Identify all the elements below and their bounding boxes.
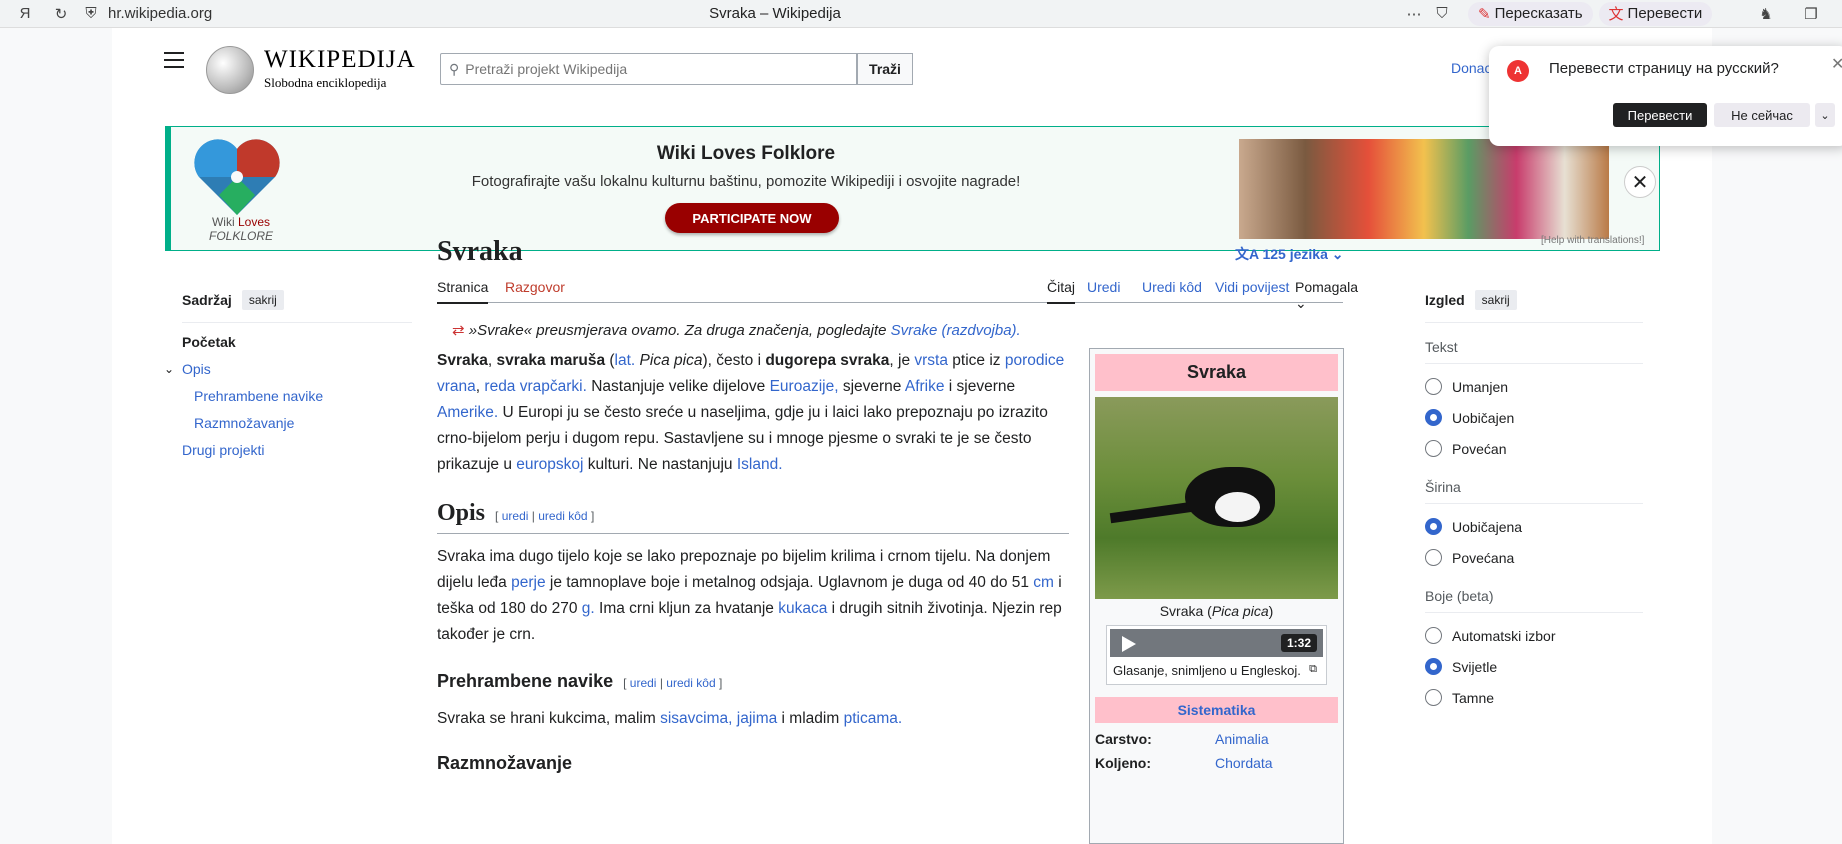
- article-body: Svraka, svraka maruša (lat. Pica pica), …: [437, 348, 1069, 786]
- tab-vidi-povijest[interactable]: Vidi povijest: [1215, 279, 1289, 295]
- translate-icon: A: [1507, 60, 1529, 82]
- audio-player: 1:32 Glasanje, snimljeno u Engleskoj. ⧉: [1106, 625, 1327, 685]
- magpie-photo[interactable]: [1095, 397, 1338, 599]
- search-icon: ⚲: [449, 60, 460, 77]
- tab-uredi[interactable]: Uredi: [1087, 279, 1120, 295]
- heading-prehrana: Prehrambene navike[ uredi | uredi kôd ]: [437, 671, 723, 691]
- radio-text-large[interactable]: Povećan: [1425, 440, 1643, 457]
- radio-color-auto[interactable]: Automatski izbor: [1425, 627, 1643, 644]
- infobox-title: Svraka: [1095, 354, 1338, 391]
- language-button[interactable]: 文A 125 jezika ⌄: [1235, 244, 1344, 264]
- radio-color-light[interactable]: Svijetle: [1425, 658, 1643, 675]
- appearance-hide-button[interactable]: sakrij: [1474, 290, 1517, 310]
- toc-item-pocetak[interactable]: Početak: [182, 334, 412, 350]
- systematics-header[interactable]: Sistematika: [1095, 697, 1338, 723]
- intro-paragraph: Svraka, svraka maruša (lat. Pica pica), …: [437, 352, 1065, 473]
- popup-title: Перевести страницу на русский?: [1549, 60, 1779, 77]
- participate-button[interactable]: PARTICIPATE NOW: [665, 203, 839, 233]
- edit-section-links: [ uredi | uredi kôd ]: [495, 509, 595, 523]
- close-icon[interactable]: ✕: [1831, 54, 1842, 74]
- tab-stranica[interactable]: Stranica: [437, 279, 489, 304]
- tab-title: Svraka – Wikipedija: [709, 5, 841, 22]
- text-size-label: Tekst: [1425, 339, 1643, 364]
- translate-icon: 文: [1608, 6, 1624, 23]
- banner-photo: [1239, 139, 1609, 239]
- search-input[interactable]: [465, 61, 826, 77]
- tab-pomagala[interactable]: Pomagala ⌄: [1295, 279, 1358, 312]
- edit-section-links: [ uredi | uredi kôd ]: [623, 676, 723, 690]
- campaign-banner: Wiki Loves FOLKLORE Wiki Loves Folklore …: [165, 126, 1660, 251]
- search-box[interactable]: ⚲: [440, 53, 857, 85]
- close-banner-icon[interactable]: ✕: [1624, 166, 1656, 198]
- page-title: Svraka: [437, 236, 523, 267]
- translate-icon: 文A: [1235, 246, 1259, 262]
- taxon-row: Carstvo: Animalia: [1095, 731, 1269, 747]
- disambiguation-link[interactable]: Svrake (razdvojba).: [891, 322, 1021, 339]
- infobox: Svraka Svraka (Pica pica) 1:32 Glasanje,…: [1089, 348, 1344, 844]
- radio-width-standard[interactable]: Uobičajena: [1425, 518, 1643, 535]
- audio-caption: Glasanje, snimljeno u Engleskoj. ⧉: [1113, 663, 1317, 678]
- not-now-button[interactable]: Не сейчас: [1714, 103, 1810, 127]
- extension-icon[interactable]: ♞: [1755, 3, 1777, 25]
- hatnote: ⇄ »Svrake« preusmjerava ovamo. Za druga …: [452, 322, 1021, 339]
- translate-popup: A Перевести страницу на русский? ✕ Перев…: [1489, 46, 1842, 146]
- bookmark-icon[interactable]: ⛉: [1431, 3, 1453, 25]
- help-translations-link[interactable]: [Help with translations!]: [1541, 235, 1644, 246]
- donate-link[interactable]: Donac: [1451, 60, 1491, 76]
- audio-controls[interactable]: 1:32: [1110, 629, 1323, 657]
- page-tabs: Stranica Razgovor Čitaj Uredi Uredi kôd …: [437, 274, 1358, 311]
- search-button[interactable]: Traži: [857, 53, 913, 85]
- toc-hide-button[interactable]: sakrij: [241, 290, 284, 310]
- heading-razmnozavanje: Razmnožavanje: [437, 753, 573, 773]
- page: WIKIPEDIJA Slobodna enciklopedija ⚲ Traž…: [112, 28, 1712, 844]
- prehrana-paragraph: Svraka se hrani kukcima, malim sisavcima…: [437, 710, 903, 727]
- banner-title: Wiki Loves Folklore: [656, 143, 836, 164]
- radio-text-standard[interactable]: Uobičajen: [1425, 409, 1643, 426]
- browser-toolbar: Я ↻ ⛨ hr.wikipedia.org Svraka – Wikipedi…: [0, 0, 1842, 28]
- more-icon[interactable]: ⋯: [1403, 3, 1425, 25]
- toc-item-prehrana[interactable]: Prehrambene navike: [194, 388, 323, 404]
- wikipedia-globe-logo[interactable]: [206, 46, 254, 94]
- appearance-title: Izgled: [1425, 292, 1465, 308]
- chevron-down-icon[interactable]: ⌄: [164, 362, 182, 376]
- width-label: Širina: [1425, 479, 1643, 504]
- appearance-panel: Izgled sakrij Tekst Umanjen Uobičajen Po…: [1425, 290, 1643, 706]
- toc-item-razmnozavanje[interactable]: Razmnožavanje: [194, 415, 294, 431]
- infobox-caption: Svraka (Pica pica): [1159, 603, 1274, 619]
- translate-button[interactable]: 文 Перевести: [1598, 1, 1713, 26]
- wlf-logo-text: Wiki Loves FOLKLORE: [208, 215, 274, 243]
- banner-subtitle: Fotografirajte vašu lokalnu kulturnu baš…: [471, 173, 1021, 190]
- site-header: WIKIPEDIJA Slobodna enciklopedija ⚲ Traž…: [112, 28, 1712, 100]
- wordmark[interactable]: WIKIPEDIJA: [264, 46, 416, 74]
- tab-razgovor[interactable]: Razgovor: [505, 279, 565, 295]
- radio-width-wide[interactable]: Povećana: [1425, 549, 1643, 566]
- collections-icon[interactable]: ❐: [1800, 3, 1822, 25]
- taxon-row: Koljeno: Chordata: [1095, 755, 1273, 771]
- table-of-contents: Sadržaj sakrij Početak ⌄ Opis Prehramben…: [164, 290, 412, 458]
- chevron-down-icon[interactable]: ⌄: [1815, 103, 1835, 127]
- opis-paragraph: Svraka ima dugo tijelo koje se lako prep…: [437, 548, 1062, 643]
- translate-confirm-button[interactable]: Перевести: [1613, 103, 1707, 127]
- tab-uredi-kod[interactable]: Uredi kôd: [1142, 279, 1202, 295]
- toc-item-opis[interactable]: ⌄ Opis: [164, 361, 412, 377]
- toc-title: Sadržaj: [182, 292, 232, 308]
- tab-citaj[interactable]: Čitaj: [1047, 279, 1076, 304]
- color-label: Boje (beta): [1425, 588, 1643, 613]
- toc-item-drugi-projekti[interactable]: Drugi projekti: [182, 442, 264, 458]
- radio-color-dark[interactable]: Tamne: [1425, 689, 1643, 706]
- play-icon[interactable]: [1122, 636, 1136, 652]
- tagline: Slobodna enciklopedija: [264, 75, 387, 90]
- main-menu-icon[interactable]: [164, 52, 184, 68]
- radio-text-small[interactable]: Umanjen: [1425, 378, 1643, 395]
- heading-opis: Opis[ uredi | uredi kôd ]: [437, 500, 1069, 534]
- enlarge-icon[interactable]: ⧉: [1309, 663, 1317, 676]
- redirect-icon: ⇄: [452, 322, 465, 339]
- chevron-down-icon: ⌄: [1331, 246, 1344, 262]
- audio-duration: 1:32: [1280, 634, 1317, 652]
- retell-button[interactable]: ✎ Пересказать: [1468, 1, 1593, 26]
- retell-icon: ✎: [1478, 5, 1491, 23]
